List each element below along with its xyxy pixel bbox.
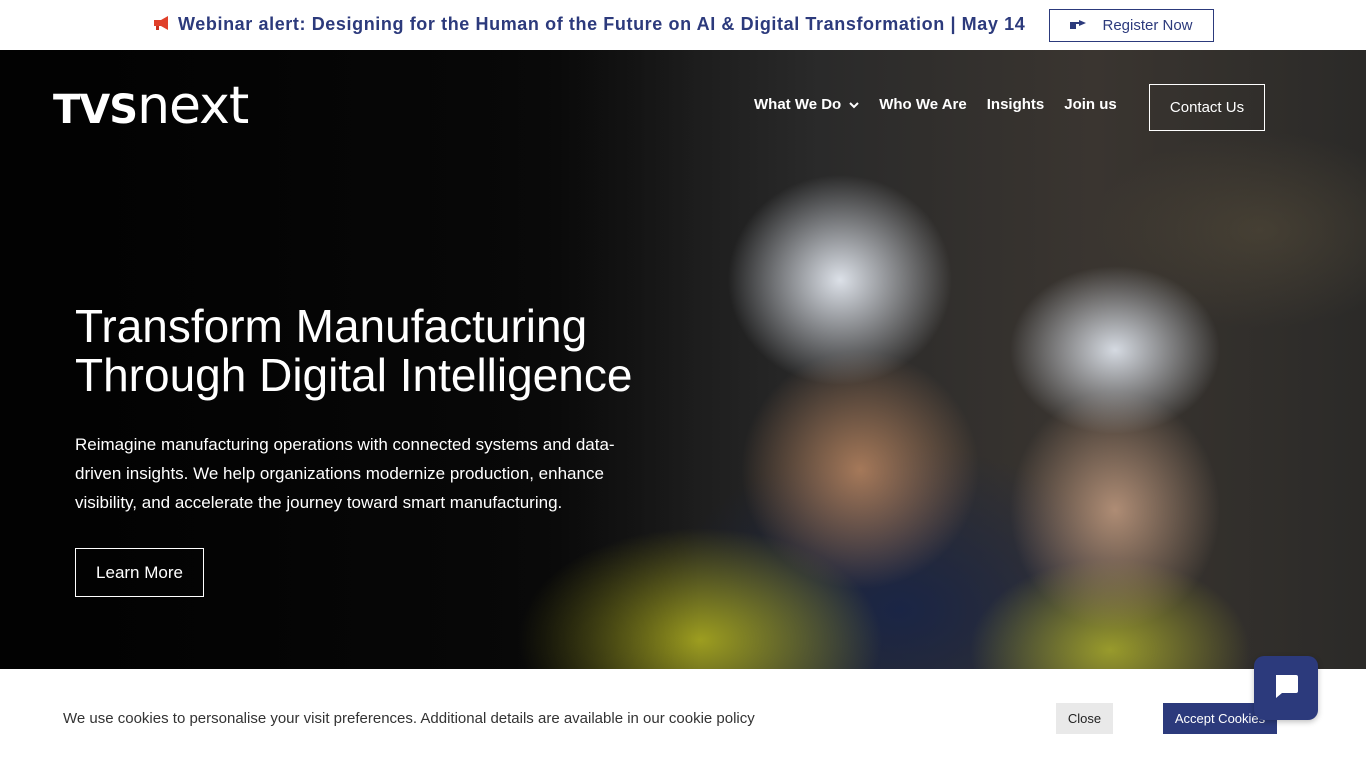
chat-button[interactable] — [1254, 656, 1318, 720]
register-now-button[interactable]: Register Now — [1049, 9, 1214, 42]
hero-title: Transform Manufacturing Through Digital … — [75, 300, 633, 401]
main-nav: What We Do Who We Are Insights Join us — [754, 96, 1117, 113]
announcement-text: Webinar alert: Designing for the Human o… — [178, 14, 1026, 34]
announcement: Webinar alert: Designing for the Human o… — [152, 14, 1025, 35]
nav-item-who-we-are[interactable]: Who We Are — [879, 96, 967, 113]
nav-item-label: Who We Are — [879, 96, 967, 113]
nav-item-join-us[interactable]: Join us — [1064, 96, 1117, 113]
hero-section: TVSnext What We Do Who We Are Insights J… — [0, 50, 1366, 670]
cookie-banner: We use cookies to personalise your visit… — [0, 669, 1366, 768]
announcement-bar: Webinar alert: Designing for the Human o… — [0, 0, 1366, 50]
nav-item-what-we-do[interactable]: What We Do — [754, 96, 859, 113]
hero-description: Reimagine manufacturing operations with … — [75, 435, 615, 512]
megaphone-icon — [152, 15, 172, 31]
nav-item-insights[interactable]: Insights — [987, 96, 1045, 113]
learn-more-button[interactable]: Learn More — [75, 548, 204, 597]
nav-item-label: Join us — [1064, 96, 1117, 113]
logo-next-text: next — [137, 76, 249, 136]
cookie-text: We use cookies to personalise your visit… — [63, 710, 755, 727]
logo[interactable]: TVSnext — [53, 78, 267, 134]
chat-bubble-icon — [1272, 672, 1300, 705]
logo-tvs-text: TVS — [53, 87, 138, 133]
hand-pointing-icon — [1070, 17, 1087, 34]
register-now-label: Register Now — [1102, 17, 1193, 34]
contact-us-button[interactable]: Contact Us — [1149, 84, 1265, 131]
nav-item-label: Insights — [986, 96, 1045, 113]
nav-item-label: What We Do — [754, 96, 842, 113]
chevron-down-icon — [841, 96, 859, 113]
cookie-close-button[interactable]: Close — [1056, 703, 1113, 734]
